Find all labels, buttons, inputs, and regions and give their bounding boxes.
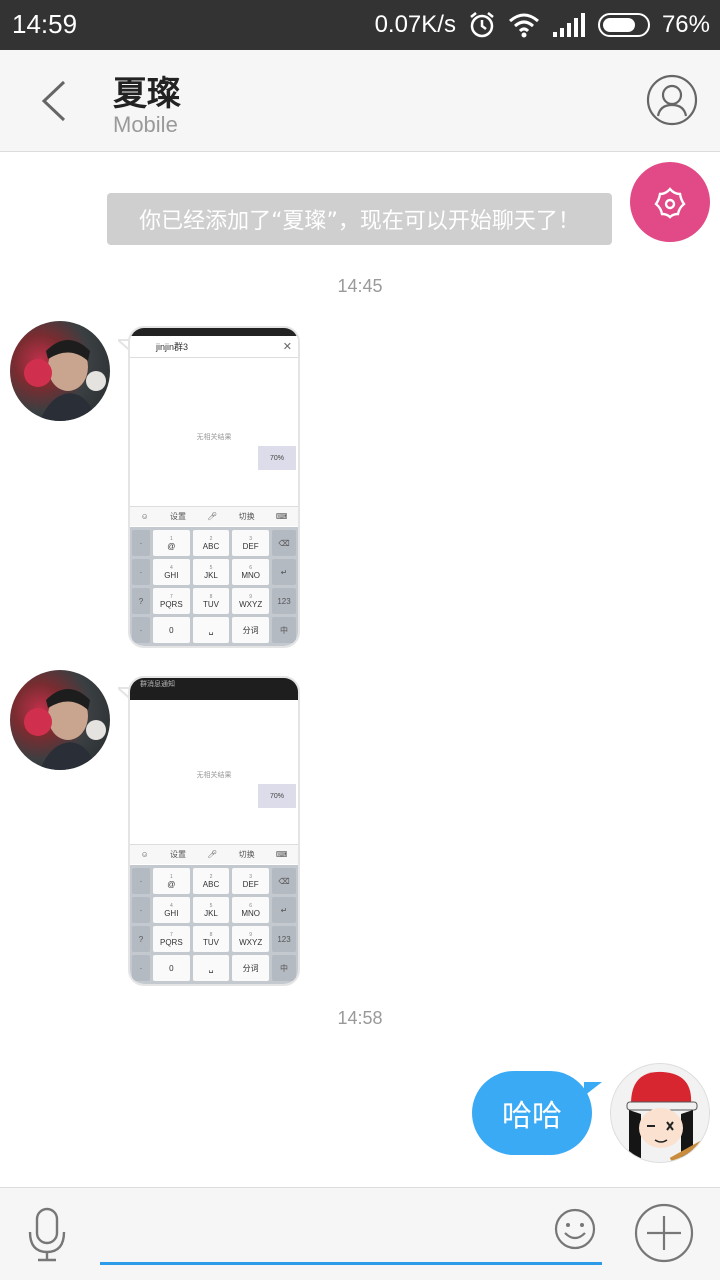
alarm-icon (470, 12, 494, 38)
thumb-key-space: ␣ (192, 617, 230, 643)
avatar-face-icon (24, 340, 106, 421)
thumb-tools: ☺ 设置 🎤︎ 切换 ⌨ (130, 844, 298, 864)
timestamp: 14:58 (337, 1008, 383, 1028)
timestamp: 14:45 (337, 276, 383, 296)
thumb-key-side: 中 (272, 617, 296, 643)
flower-fab-button[interactable] (630, 162, 710, 242)
thumb-key: 3 DEF (232, 530, 269, 556)
screenshot-thumbnail: jinjin群3 ✕ 无相关结果 70% ☺ 设置 🎤︎ 切换 ⌨ · 1 @2 ABC 3 DEF… (130, 328, 298, 646)
thumb-tools: ☺ 设置 🎤︎ 切换 ⌨ (130, 506, 298, 526)
thumb-key: 6 MNO (232, 559, 269, 585)
thumb-key-side: · (132, 897, 150, 923)
plus-circle-icon[interactable] (634, 1203, 694, 1263)
thumb-key: 2 ABC (192, 868, 230, 894)
thumb-keyboard: · 1 @2 ABC 3 DEF ⌫ · 4 GHI 5 JKL 6 MNO ↵? 7 PQRS 8 TUV 9 WXY… (130, 865, 298, 984)
thumb-key: 6 MNO (232, 897, 269, 923)
status-time: 14:59 (12, 9, 78, 39)
avatar-cartoon-icon (611, 1064, 709, 1162)
thumb-key-side: ⌫ (272, 868, 296, 894)
flower-icon (654, 187, 686, 219)
chat-header: 夏璨 Mobile (0, 50, 720, 152)
thumb-key: 7 PQRS (153, 926, 190, 952)
thumb-key-side: ? (132, 588, 150, 614)
input-underline (100, 1262, 602, 1265)
thumb-key-side: ↵ (272, 559, 296, 585)
image-message[interactable]: 群消息通知 无相关结果 70% ☺ 设置 🎤︎ 切换 ⌨ · 1 @2 ABC 3 DEF ⌫ · 4 G… (128, 676, 300, 986)
bubble-tail (584, 1082, 602, 1096)
profile-icon[interactable] (646, 74, 698, 126)
thumb-key: 4 GHI (153, 559, 190, 585)
thumb-key-side: · (132, 955, 150, 981)
contact-name: 夏璨 (113, 74, 181, 114)
thumb-key-side: ↵ (272, 897, 296, 923)
thumb-key: 0 (153, 955, 190, 981)
thumb-key: 9 WXYZ (232, 588, 269, 614)
self-avatar[interactable] (610, 1063, 710, 1163)
thumb-key: 分词 (232, 955, 269, 981)
signal-icon (552, 13, 585, 37)
status-indicators: 0.07K/s 76% (375, 9, 710, 41)
thumb-key-side: 123 (272, 588, 296, 614)
thumb-key: 分词 (232, 617, 269, 643)
thumb-key: 3 DEF (232, 868, 269, 894)
thumb-key: 8 TUV (192, 588, 230, 614)
thumb-key: 0 (153, 617, 190, 643)
thumb-key: 1 @ (153, 868, 190, 894)
thumb-key-side: ⌫ (272, 530, 296, 556)
battery-icon (597, 13, 650, 37)
thumb-key-side: · (132, 868, 150, 894)
outgoing-text: 哈哈 (502, 1099, 562, 1134)
thumb-key: 7 PQRS (153, 588, 190, 614)
avatar-face-icon (24, 689, 106, 770)
thumb-key-space: ␣ (192, 955, 230, 981)
thumb-key: 1 @ (153, 530, 190, 556)
thumb-key: 2 ABC (192, 530, 230, 556)
thumb-key-side: · (132, 530, 150, 556)
thumb-keyboard: · 1 @2 ABC 3 DEF ⌫ · 4 GHI 5 JKL 6 MNO ↵? 7 PQRS 8 TUV 9 WXY… (130, 527, 298, 646)
smiley-icon[interactable] (553, 1207, 597, 1251)
contact-status: Mobile (113, 112, 178, 137)
thumb-key: 5 JKL (192, 559, 230, 585)
thumb-key: 9 WXYZ (232, 926, 269, 952)
thumb-key: 8 TUV (192, 926, 230, 952)
thumb-key-side: ? (132, 926, 150, 952)
microphone-icon[interactable] (25, 1206, 69, 1262)
chat-screen: 14:59 0.07K/s 76% 夏璨 Mobile 你已经添加了“夏璨”，现… (0, 0, 720, 1280)
battery-percent: 76% (661, 11, 710, 38)
thumb-key-side: · (132, 559, 150, 585)
screenshot-thumbnail: 群消息通知 无相关结果 70% ☺ 设置 🎤︎ 切换 ⌨ · 1 @2 ABC 3 DEF ⌫ · 4 G… (130, 678, 298, 984)
thumb-key: 5 JKL (192, 897, 230, 923)
wifi-icon (508, 13, 539, 38)
status-bar: 14:59 0.07K/s 76% (0, 0, 720, 50)
thumb-key-side: 123 (272, 926, 296, 952)
thumb-key-side: · (132, 617, 150, 643)
thumb-key-side: 中 (272, 955, 296, 981)
contact-avatar[interactable] (10, 670, 110, 770)
thumb-search: jinjin群3 ✕ (130, 336, 298, 358)
image-message[interactable]: jinjin群3 ✕ 无相关结果 70% ☺ 设置 🎤︎ 切换 ⌨ · 1 @2 ABC 3 DEF… (128, 326, 300, 648)
contact-avatar[interactable] (10, 321, 110, 421)
thumb-key: 4 GHI (153, 897, 190, 923)
net-speed: 0.07K/s (374, 11, 456, 38)
message-input[interactable] (104, 1210, 544, 1254)
back-chevron-icon[interactable] (34, 78, 74, 124)
system-notice: 你已经添加了“夏璨”，现在可以开始聊天了！ (107, 193, 612, 245)
outgoing-message[interactable]: 哈哈 (472, 1071, 592, 1155)
